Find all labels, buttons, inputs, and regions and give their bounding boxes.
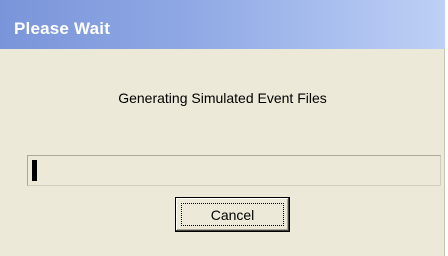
cancel-button[interactable]: Cancel <box>175 197 290 232</box>
status-message: Generating Simulated Event Files <box>118 90 327 106</box>
please-wait-dialog: Please Wait Generating Simulated Event F… <box>0 0 445 256</box>
window-title: Please Wait <box>14 19 111 38</box>
cancel-button-label: Cancel <box>181 203 284 226</box>
title-bar[interactable]: Please Wait <box>0 0 445 49</box>
progress-bar <box>27 155 441 186</box>
progress-bar-fill <box>32 160 37 181</box>
